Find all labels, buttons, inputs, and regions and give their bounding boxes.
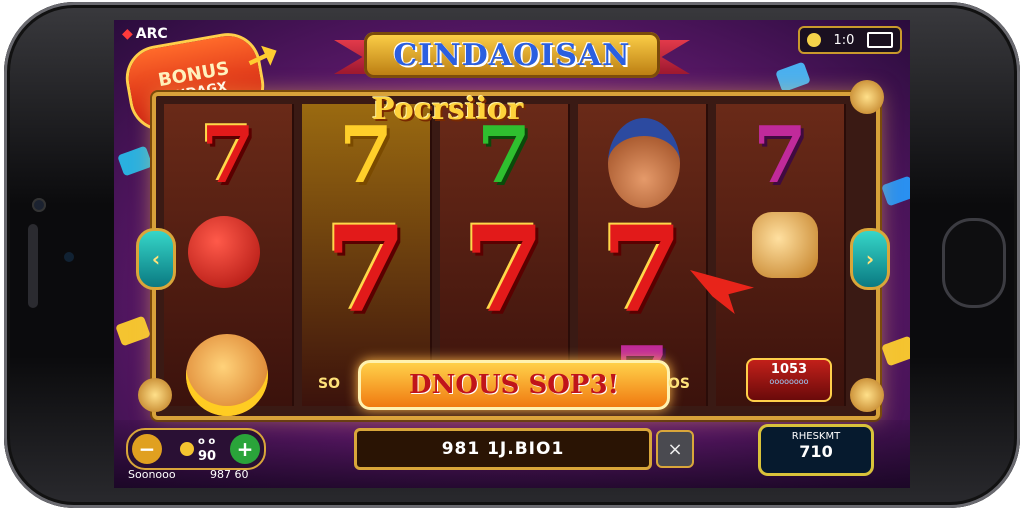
coin-icon xyxy=(806,33,821,47)
game-screen: ◆ARC 1:0 CINDAOISAN BONUS ENDAGX 7 7 7 7… xyxy=(114,20,910,488)
increase-bet-button[interactable]: + xyxy=(230,434,260,464)
frame-ornament-icon xyxy=(138,378,172,412)
bet-panel: − o o 90 + xyxy=(126,428,266,470)
credit-value: 710 xyxy=(799,442,833,461)
gem-icon xyxy=(115,315,151,347)
gem-icon xyxy=(775,61,811,93)
bet-small-text: o o xyxy=(198,436,216,447)
seven-symbol: 7 xyxy=(462,200,546,339)
logo-mark-icon: ◆ xyxy=(122,26,133,42)
win-display: 1053 oooooooo xyxy=(746,358,832,402)
seven-symbol: 7 xyxy=(600,200,684,339)
game-title: CINDAOISAN xyxy=(393,37,631,73)
app-logo: ◆ ARC xyxy=(122,26,168,42)
win-label: oooooooo xyxy=(769,377,809,386)
pirate-symbol xyxy=(608,118,680,208)
title-banner: CINDAOISAN xyxy=(334,30,690,80)
gem-icon xyxy=(117,145,153,177)
sensor-icon xyxy=(64,252,74,262)
spin-display[interactable]: 981 1J.BIO1 xyxy=(354,428,652,470)
reel-1: 7 xyxy=(164,104,294,416)
frame-ornament-icon xyxy=(850,378,884,412)
close-button[interactable]: × xyxy=(656,430,694,468)
home-button[interactable] xyxy=(942,218,1006,308)
prev-arrow-button[interactable]: ‹ xyxy=(136,228,176,290)
bet-sub-value: 987 60 xyxy=(210,468,249,481)
seven-symbol: 7 xyxy=(324,200,408,339)
bonus-bar-right-text: OS xyxy=(668,376,690,392)
lock-symbol xyxy=(752,212,818,278)
coin-icon xyxy=(180,442,194,456)
bet-value: 90 xyxy=(198,449,217,464)
bonus-bar-left-text: SO xyxy=(318,376,340,392)
next-arrow-button[interactable]: › xyxy=(850,228,890,290)
clock-text: 1:0 xyxy=(833,32,855,48)
seven-symbol: 7 xyxy=(200,110,256,201)
gem-icon xyxy=(881,335,910,367)
spin-display-text: 981 1J.BIO1 xyxy=(441,439,565,459)
gem-icon xyxy=(881,175,910,207)
close-icon: × xyxy=(667,438,683,460)
logo-text: ARC xyxy=(135,26,168,42)
clock-widget: 1:0 xyxy=(798,26,902,54)
win-overlay-text: Pocrsiior xyxy=(372,92,524,127)
banner-plate: CINDAOISAN xyxy=(364,32,660,78)
bonus-spin-label: DNOUS SOP3! xyxy=(409,370,619,400)
red-monster-symbol xyxy=(188,216,260,288)
win-value: 1053 xyxy=(770,362,808,377)
credit-label: RHESKMT xyxy=(791,431,841,442)
bet-sub-label: Soonooo xyxy=(128,468,176,481)
battery-icon xyxy=(867,32,894,48)
bonus-spin-button[interactable]: DNOUS SOP3! xyxy=(358,360,670,410)
seven-symbol: 7 xyxy=(752,110,808,201)
jester-symbol xyxy=(186,334,268,416)
frame-ornament-icon xyxy=(850,80,884,114)
credit-display: RHESKMT 710 xyxy=(758,424,874,476)
front-camera-icon xyxy=(32,198,46,212)
decrease-bet-button[interactable]: − xyxy=(132,434,162,464)
side-speaker-slot xyxy=(28,224,38,308)
